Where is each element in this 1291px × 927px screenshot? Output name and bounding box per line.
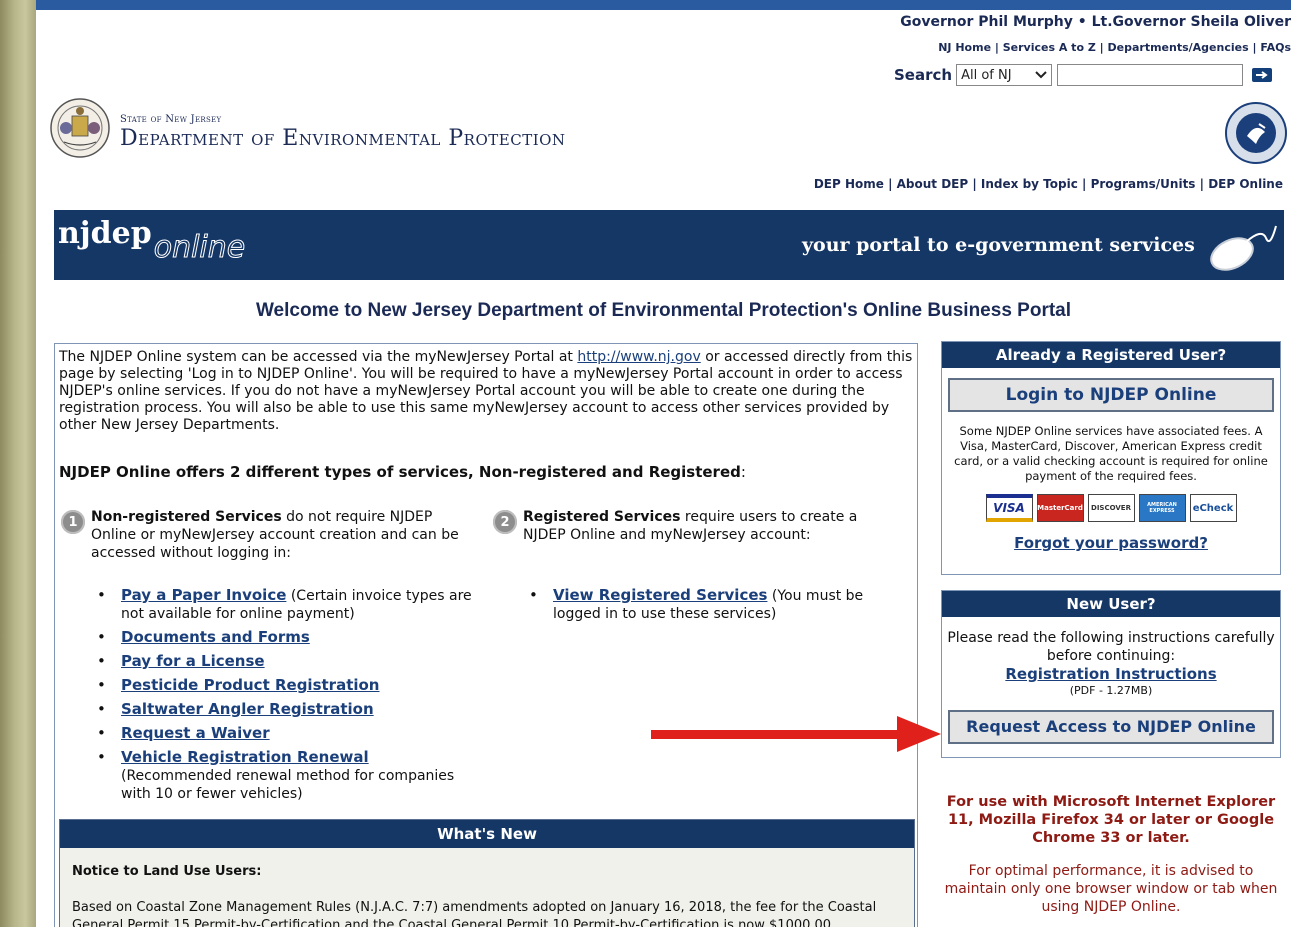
step-1-badge: 1 <box>61 510 85 534</box>
nj-gov-link[interactable]: http://www.nj.gov <box>577 349 700 365</box>
njdep-online-logo: njdeponline <box>58 216 246 266</box>
nav-programs-units[interactable]: Programs/Units <box>1091 177 1196 191</box>
nj-state-seal-icon <box>50 98 110 158</box>
main-content-box: The NJDEP Online system can be accessed … <box>54 343 918 927</box>
logo-sub: online <box>153 230 246 266</box>
nav-faqs[interactable]: FAQs <box>1260 41 1291 54</box>
forgot-password-link[interactable]: Forgot your password? <box>1014 534 1208 552</box>
amex-card-icon: AMERICAN EXPRESS <box>1138 494 1186 522</box>
reg-services-list: View Registered Services (You must be lo… <box>523 586 893 628</box>
saltwater-angler-link[interactable]: Saltwater Angler Registration <box>121 700 374 718</box>
nav-services-a-to-z[interactable]: Services A to Z <box>1003 41 1096 54</box>
page: Governor Phil Murphy • Lt.Governor Sheil… <box>36 10 1291 927</box>
offers-heading: NJDEP Online offers 2 different types of… <box>59 463 746 481</box>
pesticide-registration-link[interactable]: Pesticide Product Registration <box>121 676 380 694</box>
nonreg-description: Non-registered Services do not require N… <box>91 508 481 562</box>
list-item: Request a Waiver <box>91 724 481 743</box>
new-user-text: Please read the following instructions c… <box>947 630 1275 664</box>
vehicle-registration-link[interactable]: Vehicle Registration Renewal <box>121 748 369 766</box>
nonreg-title: Non-registered Services <box>91 509 282 525</box>
welcome-heading: Welcome to New Jersey Department of Envi… <box>255 300 1072 321</box>
nav-dep-online[interactable]: DEP Online <box>1208 177 1283 191</box>
mastercard-icon: MasterCard <box>1036 494 1084 522</box>
window-left-border <box>0 0 36 927</box>
new-user-panel: New User? Please read the following inst… <box>941 590 1281 758</box>
whats-new-body: Based on Coastal Zone Management Rules (… <box>72 900 877 927</box>
reg-description: Registered Services require users to cre… <box>523 508 903 544</box>
payment-cards: VISA MasterCard DISCOVER AMERICAN EXPRES… <box>942 494 1280 522</box>
list-item-note: (Recommended renewal method for companie… <box>121 768 455 802</box>
offers-text: NJDEP Online offers 2 different types of… <box>59 463 741 481</box>
search-label: Search <box>894 66 953 84</box>
pay-paper-invoice-link[interactable]: Pay a Paper Invoice <box>121 586 286 604</box>
reg-title: Registered Services <box>523 509 681 525</box>
view-registered-services-link[interactable]: View Registered Services <box>553 586 767 604</box>
search-scope-select[interactable]: All of NJ <box>956 64 1053 86</box>
registration-instructions-link[interactable]: Registration Instructions <box>1005 665 1216 683</box>
banner-tagline: your portal to e-government services <box>802 234 1195 256</box>
echeck-icon: eCheck <box>1189 494 1237 522</box>
list-item: Saltwater Angler Registration <box>91 700 481 719</box>
computer-mouse-icon <box>1210 225 1277 271</box>
nav-departments-agencies[interactable]: Departments/Agencies <box>1108 41 1249 54</box>
request-waiver-link[interactable]: Request a Waiver <box>121 724 270 742</box>
forgot-password-wrap: Forgot your password? <box>942 534 1280 552</box>
list-item: Pay for a License <box>91 652 481 671</box>
chevron-down-icon <box>1035 68 1047 83</box>
browser-requirements-note: For use with Microsoft Internet Explorer… <box>946 794 1276 846</box>
nj-top-nav: NJ Home | Services A to Z | Departments/… <box>938 41 1291 54</box>
dep-nav: DEP Home | About DEP | Index by Topic | … <box>813 177 1283 191</box>
search-scope-value: All of NJ <box>961 67 1012 83</box>
new-user-title: New User? <box>942 591 1280 617</box>
visa-card-icon: VISA <box>985 494 1033 522</box>
nav-index-by-topic[interactable]: Index by Topic <box>981 177 1078 191</box>
request-access-button[interactable]: Request Access to NJDEP Online <box>948 710 1274 744</box>
pdf-size: (PDF - 1.27MB) <box>1069 684 1153 697</box>
list-item: Pay a Paper Invoice (Certain invoice typ… <box>91 586 481 623</box>
dept-state-label: State of New Jersey <box>120 114 222 125</box>
new-user-instructions: Please read the following instructions c… <box>942 629 1280 684</box>
fees-notice: Some NJDEP Online services have associat… <box>954 424 1268 483</box>
nav-dep-home[interactable]: DEP Home <box>814 177 884 191</box>
logo-main: njdep <box>58 216 152 251</box>
governor-line: Governor Phil Murphy • Lt.Governor Sheil… <box>900 14 1291 30</box>
registered-user-panel: Already a Registered User? Login to NJDE… <box>941 341 1281 575</box>
nonreg-services-list: Pay a Paper Invoice (Certain invoice typ… <box>91 586 481 808</box>
whats-new-notice: Notice to Land Use Users: <box>72 864 262 879</box>
list-item: View Registered Services (You must be lo… <box>523 586 893 623</box>
search-go-button[interactable] <box>1252 68 1273 82</box>
nav-about-dep[interactable]: About DEP <box>897 177 969 191</box>
red-arrow-icon <box>651 716 941 752</box>
search-row: Search All of NJ <box>894 64 1273 86</box>
documents-forms-link[interactable]: Documents and Forms <box>121 628 310 646</box>
pay-license-link[interactable]: Pay for a License <box>121 652 265 670</box>
whats-new-title: What's New <box>60 820 914 848</box>
intro-paragraph: The NJDEP Online system can be accessed … <box>59 349 915 434</box>
login-button[interactable]: Login to NJDEP Online <box>948 378 1274 412</box>
intro-text-before: The NJDEP Online system can be accessed … <box>59 349 578 365</box>
step-2-badge: 2 <box>493 510 517 534</box>
dept-title: Department of Environmental Protection <box>120 126 566 151</box>
list-item: Vehicle Registration Renewal (Recommended… <box>91 748 481 803</box>
whats-new-box: What's New Notice to Land Use Users: Bas… <box>59 819 915 927</box>
list-item: Pesticide Product Registration <box>91 676 481 695</box>
njdep-online-banner: njdeponline your portal to e-government … <box>54 210 1284 280</box>
arrow-right-icon <box>1255 68 1269 82</box>
performance-note: For optimal performance, it is advised t… <box>944 863 1278 915</box>
registered-user-title: Already a Registered User? <box>942 342 1280 368</box>
discover-card-icon: DISCOVER <box>1087 494 1135 522</box>
list-item: Documents and Forms <box>91 628 481 647</box>
offers-colon: : <box>740 463 746 481</box>
nav-nj-home[interactable]: NJ Home <box>938 41 991 54</box>
search-input[interactable] <box>1057 64 1244 86</box>
dep-logo-icon <box>1225 102 1287 164</box>
